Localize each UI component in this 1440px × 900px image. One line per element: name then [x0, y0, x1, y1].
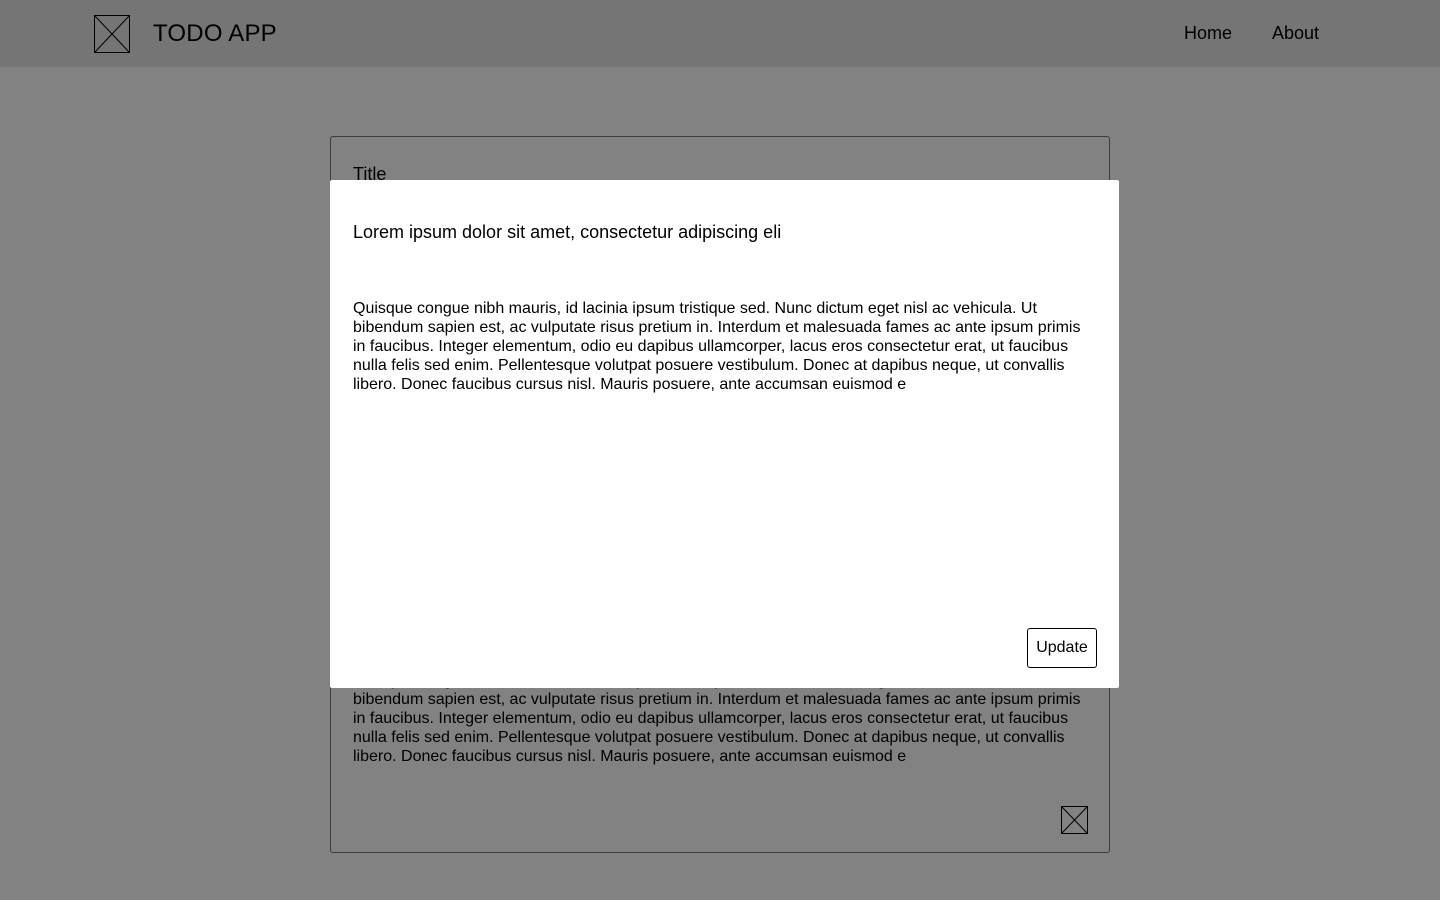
- modal-body-textarea[interactable]: Quisque congue nibh mauris, id lacinia i…: [353, 299, 1093, 394]
- update-button[interactable]: Update: [1027, 628, 1097, 668]
- modal-title-input[interactable]: Lorem ipsum dolor sit amet, consectetur …: [353, 221, 1093, 243]
- edit-todo-modal: Lorem ipsum dolor sit amet, consectetur …: [330, 180, 1119, 688]
